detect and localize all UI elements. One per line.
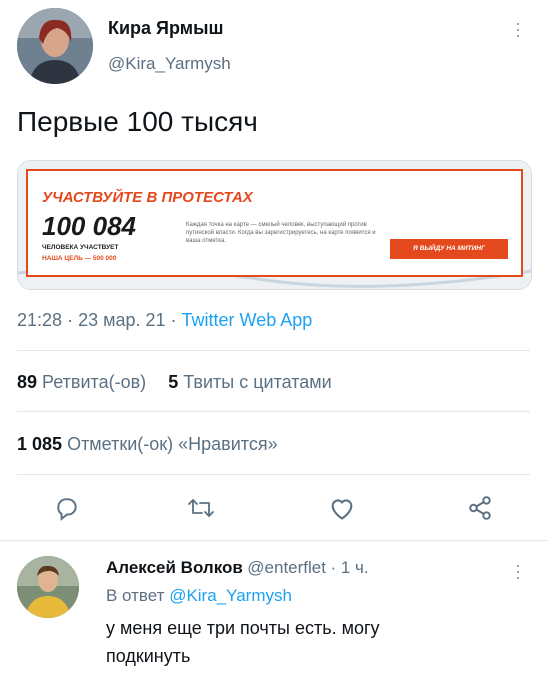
quotes-count: 5 bbox=[168, 372, 179, 392]
retweets-label: Ретвита(-ов) bbox=[42, 372, 147, 392]
share-icon[interactable] bbox=[466, 495, 494, 521]
likes-count: 1 085 bbox=[17, 434, 63, 454]
reply-text: у меня еще три почты есть. могу подкинут… bbox=[106, 618, 380, 666]
tweet-meta: 21:28 · 23 мар. 21 · Twitter Web App bbox=[17, 310, 313, 330]
author-avatar[interactable] bbox=[17, 8, 93, 84]
retweets-link[interactable]: 89 Ретвита(-ов) bbox=[17, 372, 151, 392]
author-name[interactable]: Кира Ярмыш bbox=[108, 18, 223, 39]
participant-count: 100 084 bbox=[42, 211, 136, 241]
reply-header: Алексей Волков @enterflet · 1 ч. bbox=[106, 558, 369, 577]
banner-description: Каждая точка на карте — смелый человек, … bbox=[186, 222, 376, 244]
quotes-label: Твиты с цитатами bbox=[183, 372, 332, 392]
reply-to-line: В ответ @Kira_Yarmysh bbox=[106, 586, 292, 606]
reply-time[interactable]: 1 ч. bbox=[341, 558, 369, 577]
tweet-date[interactable]: 23 мар. 21 bbox=[78, 310, 165, 330]
likes-stats[interactable]: 1 085 Отметки(-ок) «Нравится» bbox=[17, 434, 278, 455]
reply-more-options-icon[interactable]: · · · bbox=[515, 556, 521, 586]
reply-avatar-image bbox=[17, 556, 79, 618]
more-options-icon[interactable]: · · · bbox=[515, 14, 521, 44]
join-rally-button[interactable]: Я ВЫЙДУ НА МИТИНГ bbox=[390, 239, 508, 259]
quotes-link[interactable]: 5 Твиты с цитатами bbox=[168, 372, 332, 392]
reply-icon[interactable] bbox=[54, 495, 80, 521]
banner-title: УЧАСТВУЙТЕ В ПРОТЕСТАХ bbox=[42, 189, 253, 206]
protest-banner: УЧАСТВУЙТЕ В ПРОТЕСТАХ 100 084 ЧЕЛОВЕКА … bbox=[26, 169, 523, 277]
retweets-count: 89 bbox=[17, 372, 38, 392]
divider bbox=[17, 350, 530, 351]
like-icon[interactable] bbox=[328, 495, 356, 521]
tweet-time[interactable]: 21:28 bbox=[17, 310, 62, 330]
retweet-stats: 89 Ретвита(-ов) 5 Твиты с цитатами bbox=[17, 372, 332, 393]
tweet-media-card[interactable]: УЧАСТВУЙТЕ В ПРОТЕСТАХ 100 084 ЧЕЛОВЕКА … bbox=[17, 160, 532, 290]
reply-author-name[interactable]: Алексей Волков bbox=[106, 558, 243, 577]
retweet-icon[interactable] bbox=[187, 495, 215, 521]
tweet-source-link[interactable]: Twitter Web App bbox=[182, 310, 313, 330]
reply-author-handle[interactable]: @enterflet bbox=[247, 558, 326, 577]
goal-label: НАША ЦЕЛЬ — 500 000 bbox=[42, 255, 117, 262]
reply-to-handle[interactable]: @Kira_Yarmysh bbox=[169, 586, 292, 605]
author-handle[interactable]: @Kira_Yarmysh bbox=[108, 54, 231, 74]
reply-to-prefix: В ответ bbox=[106, 586, 165, 605]
likes-label: Отметки(-ок) «Нравится» bbox=[67, 434, 278, 454]
author-avatar-image bbox=[17, 8, 93, 84]
divider bbox=[17, 474, 530, 475]
participant-label: ЧЕЛОВЕКА УЧАСТВУЕТ bbox=[42, 244, 119, 251]
reply-author-avatar[interactable] bbox=[17, 556, 79, 618]
section-divider bbox=[0, 540, 548, 541]
tweet-text: Первые 100 тысяч bbox=[17, 106, 258, 137]
divider bbox=[17, 411, 530, 412]
